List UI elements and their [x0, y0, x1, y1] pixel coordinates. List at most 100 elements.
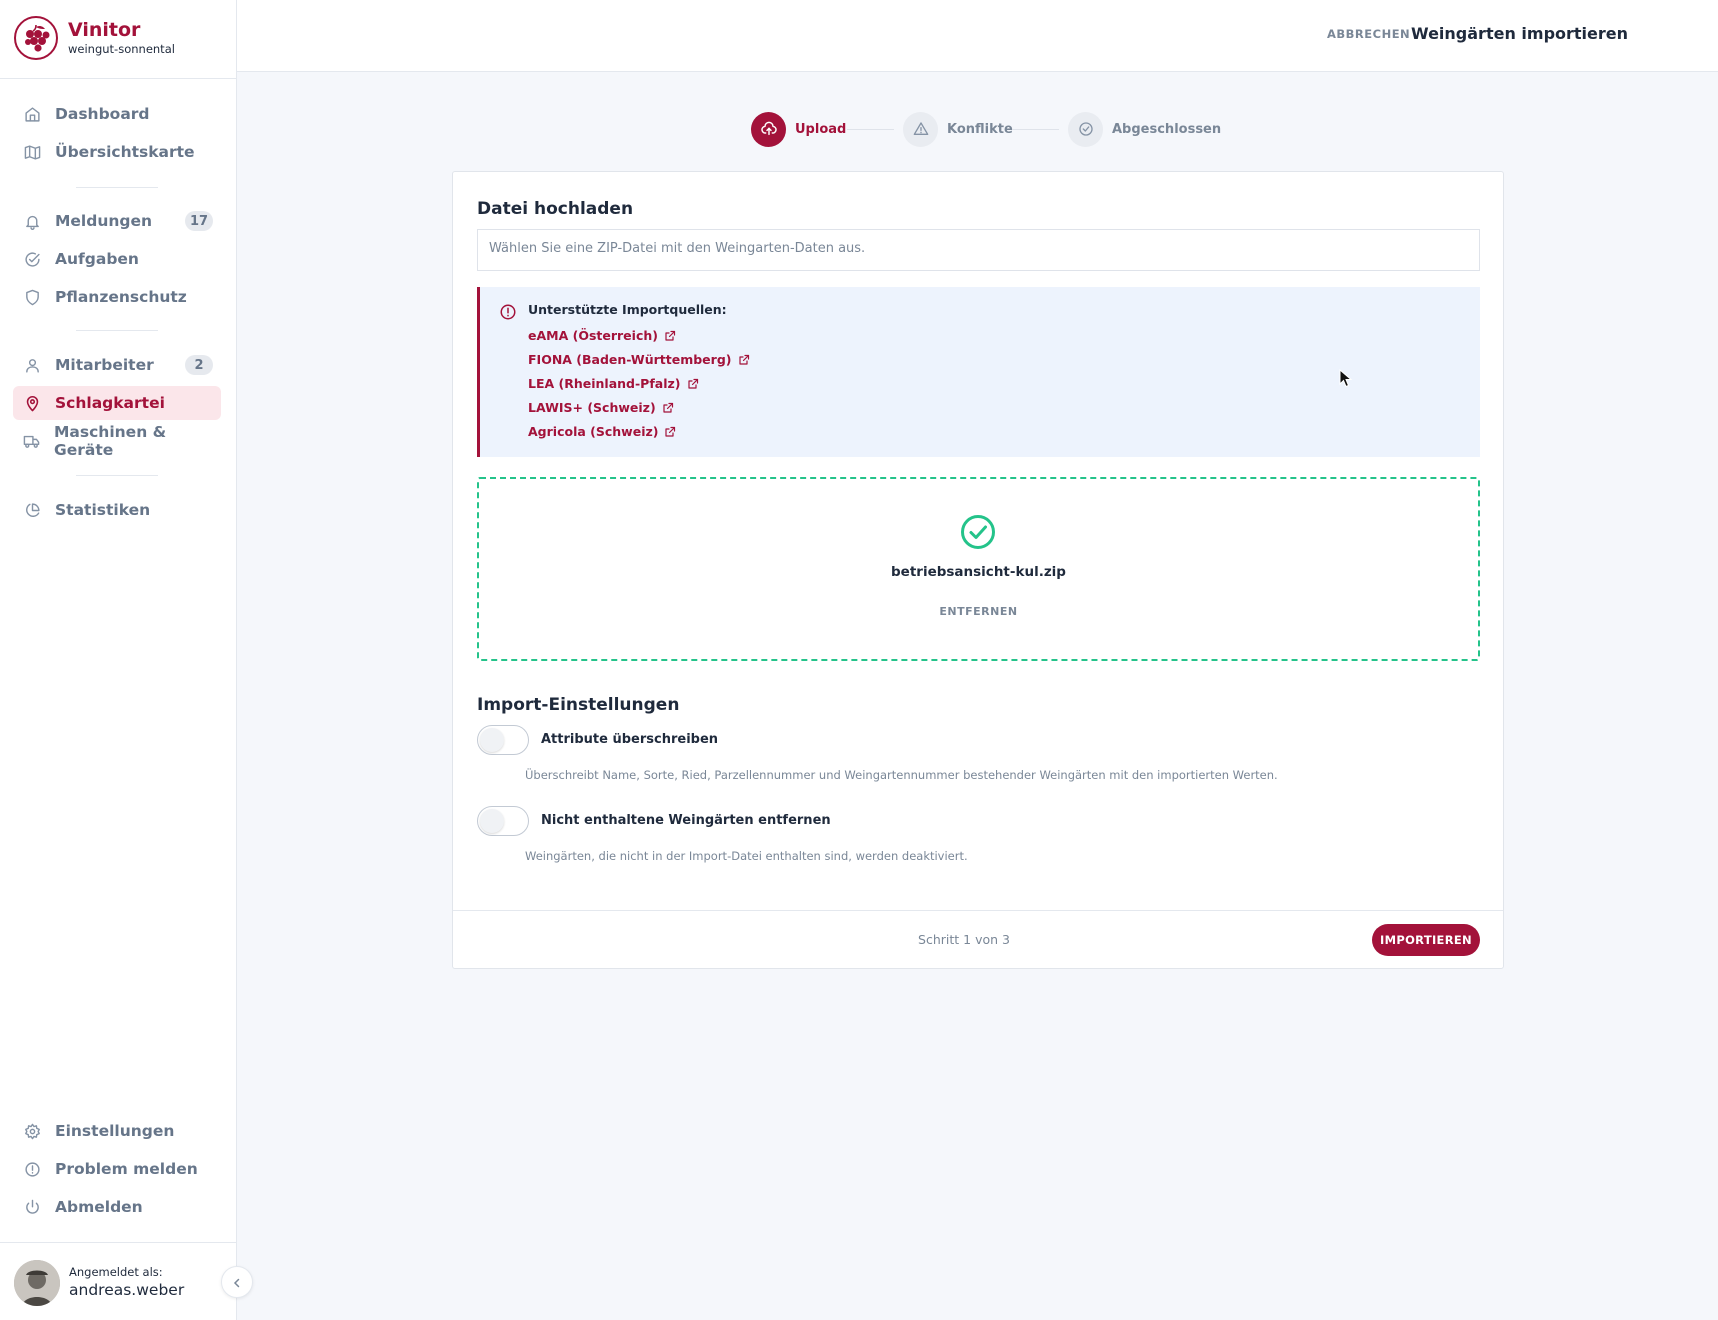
step-label: Konflikte [947, 121, 1013, 137]
truck-icon [23, 432, 40, 450]
brand-name: Vinitor [68, 19, 141, 41]
sidebar-item-abmelden[interactable]: Abmelden [13, 1190, 221, 1224]
check-circle-icon [23, 250, 41, 268]
import-button[interactable]: IMPORTIEREN [1372, 924, 1480, 956]
upload-title: Datei hochladen [477, 199, 634, 219]
external-link-icon [664, 426, 676, 438]
sidebar-item-label: Statistiken [55, 501, 151, 519]
file-dropzone[interactable]: betriebsansicht-kul.zip ENTFERNEN [477, 477, 1480, 661]
remove-missing-toggle[interactable] [477, 806, 529, 836]
source-link-lawis[interactable]: LAWIS+ (Schweiz) [528, 400, 674, 415]
source-link-lea[interactable]: LEA (Rheinland-Pfalz) [528, 376, 699, 391]
sidebar-item-label: Schlagkartei [55, 394, 165, 412]
step-count: Schritt 1 von 3 [918, 932, 1010, 947]
external-link-icon [687, 378, 699, 390]
sidebar-item-einstellungen[interactable]: Einstellungen [13, 1114, 221, 1148]
sidebar-item-label: Einstellungen [55, 1122, 175, 1140]
sidebar-item-label: Übersichtskarte [55, 143, 195, 161]
alert-circle-icon [23, 1160, 41, 1178]
sidebar-item-pflanzenschutz[interactable]: Pflanzenschutz [13, 280, 221, 314]
user-name: andreas.weber [69, 1281, 185, 1299]
header: ABBRECHEN Weingärten importieren [237, 0, 1718, 72]
step-connector [1012, 129, 1059, 130]
external-link-icon [738, 354, 750, 366]
uploaded-file-name: betriebsansicht-kul.zip [891, 564, 1066, 580]
brand[interactable]: Vinitor weingut-sonnental [14, 16, 175, 60]
nav-divider [76, 187, 158, 188]
sidebar-item-label: Dashboard [55, 105, 150, 123]
option-description: Überschreibt Name, Sorte, Ried, Parzelle… [525, 768, 1278, 782]
sidebar-item-map[interactable]: Übersichtskarte [13, 135, 221, 169]
nav-divider [76, 330, 158, 331]
sidebar-item-label: Abmelden [55, 1198, 143, 1216]
toggle-knob [480, 728, 504, 752]
step-abgeschlossen: Abgeschlossen [1068, 111, 1221, 147]
gear-icon [23, 1122, 41, 1140]
notification-count-badge: 17 [185, 211, 213, 231]
import-card: Datei hochladen Wählen Sie eine ZIP-Date… [452, 171, 1504, 969]
shield-icon [23, 288, 41, 306]
check-circle-icon [960, 514, 996, 554]
warning-icon [903, 111, 938, 147]
map-pin-icon [23, 394, 41, 412]
file-input[interactable]: Wählen Sie eine ZIP-Datei mit den Weinga… [477, 229, 1480, 271]
external-link-icon [664, 330, 676, 342]
card-footer-divider [453, 910, 1503, 911]
home-icon [23, 105, 41, 123]
sidebar-item-label: Maschinen & Geräte [54, 423, 167, 459]
source-link-fiona[interactable]: FIONA (Baden-Württemberg) [528, 352, 750, 367]
sidebar-item-schlagkartei[interactable]: Schlagkartei [13, 386, 221, 420]
sidebar-item-statistiken[interactable]: Statistiken [13, 493, 221, 527]
step-konflikte: Konflikte [903, 111, 1013, 147]
grape-logo-icon [14, 16, 58, 60]
bell-icon [23, 212, 41, 230]
collapse-sidebar-button[interactable] [221, 1266, 253, 1298]
option-description: Weingärten, die nicht in der Import-Date… [525, 849, 968, 863]
sidebar-item-problem-melden[interactable]: Problem melden [13, 1152, 221, 1186]
source-link-label: LEA (Rheinland-Pfalz) [528, 376, 681, 391]
nav-divider [76, 475, 158, 476]
toggle-knob [480, 809, 504, 833]
user-info: Angemeldet als: andreas.weber [0, 1242, 237, 1320]
check-circle-icon [1068, 111, 1103, 147]
pie-chart-icon [23, 501, 41, 519]
source-link-agricola[interactable]: Agricola (Schweiz) [528, 424, 676, 439]
step-label: Upload [795, 121, 847, 137]
source-link-label: FIONA (Baden-Württemberg) [528, 352, 732, 367]
sidebar-item-mitarbeiter[interactable]: Mitarbeiter 2 [13, 348, 221, 382]
source-link-label: LAWIS+ (Schweiz) [528, 400, 656, 415]
import-sources-info: Unterstützte Importquellen: eAMA (Österr… [477, 287, 1480, 457]
step-upload: Upload [751, 111, 846, 147]
sidebar-item-label: Mitarbeiter [55, 356, 154, 374]
info-icon [499, 303, 517, 325]
remove-file-button[interactable]: ENTFERNEN [479, 605, 1478, 618]
source-link-label: eAMA (Österreich) [528, 328, 658, 343]
settings-title: Import-Einstellungen [477, 695, 680, 715]
avatar[interactable] [14, 1260, 60, 1306]
sidebar-item-meldungen[interactable]: Meldungen 17 [13, 204, 221, 238]
sidebar-item-label: Meldungen [55, 212, 153, 230]
sidebar-item-aufgaben[interactable]: Aufgaben [13, 242, 221, 276]
sidebar-item-label: Aufgaben [55, 250, 139, 268]
sidebar-item-label: Pflanzenschutz [55, 288, 187, 306]
tenant-name: weingut-sonnental [68, 42, 175, 56]
sidebar-item-label: Problem melden [55, 1160, 198, 1178]
source-link-eama[interactable]: eAMA (Österreich) [528, 328, 676, 343]
employee-count-badge: 2 [185, 355, 213, 375]
cancel-button[interactable]: ABBRECHEN [1327, 27, 1410, 41]
source-link-label: Agricola (Schweiz) [528, 424, 659, 439]
info-title: Unterstützte Importquellen: [528, 302, 727, 317]
option-label: Attribute überschreiben [541, 732, 719, 747]
upload-icon [751, 111, 786, 147]
sidebar-item-dashboard[interactable]: Dashboard [13, 97, 221, 131]
option-label: Nicht enthaltene Weingärten entfernen [541, 813, 831, 828]
sidebar-item-maschinen[interactable]: Maschinen & Geräte [13, 423, 221, 459]
overwrite-attributes-toggle[interactable] [477, 725, 529, 755]
mouse-cursor-icon [1339, 368, 1353, 393]
user-label: Angemeldet als: [69, 1265, 163, 1279]
power-icon [23, 1198, 41, 1216]
step-label: Abgeschlossen [1112, 121, 1222, 137]
user-icon [23, 356, 41, 374]
page-title: Weingärten importieren [1411, 24, 1629, 43]
map-icon [23, 143, 41, 161]
